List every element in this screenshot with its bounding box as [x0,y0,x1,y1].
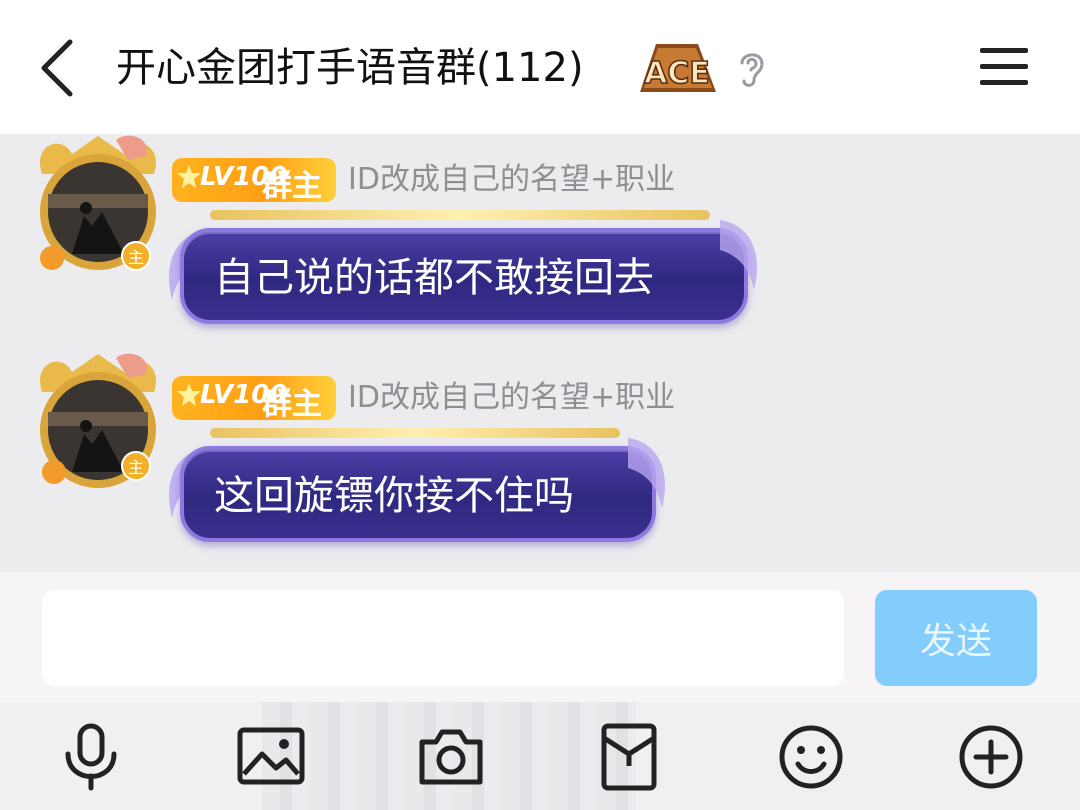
level-badge: LV100 群主 [172,376,336,422]
bubble-ornament [210,428,620,438]
avatar-mark: 主 [128,458,144,477]
star-icon [177,383,201,406]
sender-nickname[interactable]: ID改成自己的名望+职业 [348,158,675,202]
message-item: 主 LV100 群主 ID改成自己的名望+职业 这回旋镖你接不住吗 [0,352,1080,562]
role-text: 群主 [262,387,322,422]
plus-icon[interactable] [956,722,1026,792]
level-badge: LV100 群主 [172,158,336,204]
star-icon [177,165,201,188]
input-toolbar [0,702,1080,810]
microphone-icon[interactable] [56,722,126,792]
red-packet-icon[interactable] [594,722,664,792]
avatar[interactable]: 主 [32,352,164,500]
ace-badge-icon[interactable]: ACE [634,38,720,96]
ace-badge-text: ACE [644,56,710,91]
avatar-mark: 主 [128,248,144,267]
ear-icon[interactable] [734,47,770,89]
camera-icon[interactable] [416,722,486,792]
role-text: 群主 [262,169,322,204]
bubble-wing-right-icon [628,438,665,508]
menu-icon[interactable] [980,46,1028,88]
chat-header: 开心金团打手语音群(112) ACE [0,0,1080,134]
avatar[interactable]: 主 [32,134,164,282]
image-icon[interactable] [236,722,306,792]
sender-nickname[interactable]: ID改成自己的名望+职业 [348,376,675,420]
group-title[interactable]: 开心金团打手语音群(112) [116,38,584,98]
message-bubble[interactable]: 自己说的话都不敢接回去 [180,228,748,324]
bubble-ornament [210,210,710,220]
composer: 发送 [0,572,1080,702]
message-list[interactable]: 主 LV100 群主 ID改成自己的名望+职业 自己说的话都不敢接回去 主 LV… [0,134,1080,572]
message-bubble[interactable]: 这回旋镖你接不住吗 [180,446,656,542]
message-item: 主 LV100 群主 ID改成自己的名望+职业 自己说的话都不敢接回去 [0,134,1080,344]
message-input[interactable] [42,590,844,686]
send-button[interactable]: 发送 [875,590,1037,686]
bubble-wing-right-icon [720,220,757,290]
emoji-icon[interactable] [776,722,846,792]
back-arrow-icon[interactable] [32,34,88,102]
